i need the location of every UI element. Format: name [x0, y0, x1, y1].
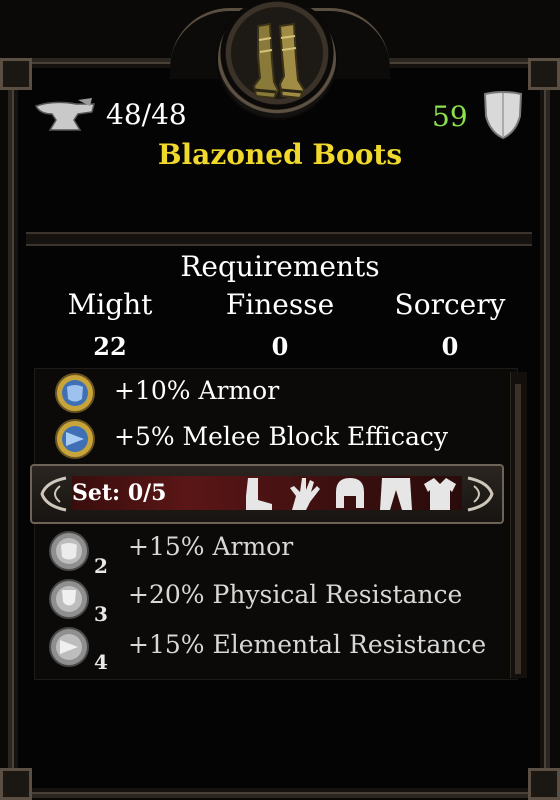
scrollbar-thumb[interactable]: [515, 384, 521, 674]
boots-icon: [252, 22, 306, 100]
gold-armor-gem-icon: [55, 373, 95, 413]
stat-sorcery-label: Sorcery: [394, 288, 506, 321]
set-progress-label: Set: 0/5: [72, 480, 167, 506]
section-divider: [26, 232, 532, 246]
item-name: Blazoned Boots: [157, 138, 403, 171]
set-tier-2: 2: [94, 554, 108, 578]
stat-might-label: Might: [67, 288, 153, 321]
pants-piece-icon: [380, 478, 412, 510]
frame-corner: [528, 58, 560, 90]
frame-corner: [0, 58, 32, 90]
stat-sorcery-value: 0: [441, 332, 459, 361]
silver-armor-gem-icon: [49, 531, 89, 571]
set-bonus-physical-text: +20% Physical Resistance: [128, 580, 463, 609]
set-bar-ornament-icon: [467, 476, 494, 512]
chest-piece-icon: [424, 478, 456, 510]
shield-icon: [483, 91, 523, 140]
silver-shield-gem-icon: [49, 579, 89, 619]
armor-value: 59: [432, 100, 468, 133]
durability-value: 48/48: [106, 98, 187, 131]
helm-piece-icon: [336, 478, 364, 508]
frame-corner: [0, 768, 32, 800]
silver-elemental-gem-icon: [49, 627, 89, 667]
stat-might-value: 22: [93, 332, 127, 361]
anvil-icon: [34, 98, 95, 131]
set-bonus-elemental-text: +15% Elemental Resistance: [128, 630, 487, 659]
set-bonus-armor-text: +15% Armor: [128, 532, 294, 561]
stat-finesse-value: 0: [271, 332, 289, 361]
frame-corner: [528, 768, 560, 800]
set-tier-3: 3: [94, 602, 108, 626]
boots-piece-icon: [246, 478, 272, 510]
gloves-piece-icon: [290, 478, 320, 510]
gold-block-gem-icon: [55, 419, 95, 459]
set-bar-ornament-icon: [40, 476, 67, 512]
stat-finesse-label: Finesse: [225, 288, 335, 321]
set-tier-4: 4: [94, 650, 108, 674]
bonus-armor-text: +10% Armor: [114, 376, 280, 405]
bonus-block-text: +5% Melee Block Efficacy: [114, 422, 449, 451]
requirements-title: Requirements: [180, 250, 380, 283]
scrollbar[interactable]: [510, 372, 527, 678]
